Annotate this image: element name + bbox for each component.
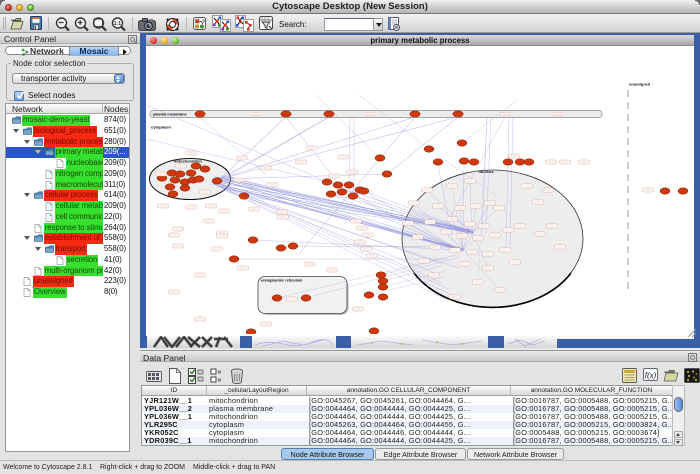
svg-text:endoplasmic reticulum: endoplasmic reticulum bbox=[261, 279, 303, 283]
svg-text:unassigned: unassigned bbox=[629, 83, 651, 87]
svg-text:plasma membrane: plasma membrane bbox=[153, 112, 188, 117]
svg-text:1:1: 1:1 bbox=[114, 21, 121, 27]
svg-text:mitochondrion: mitochondrion bbox=[174, 159, 203, 164]
svg-text:nucleus: nucleus bbox=[478, 169, 494, 174]
svg-text:cytoplasm: cytoplasm bbox=[151, 125, 171, 130]
